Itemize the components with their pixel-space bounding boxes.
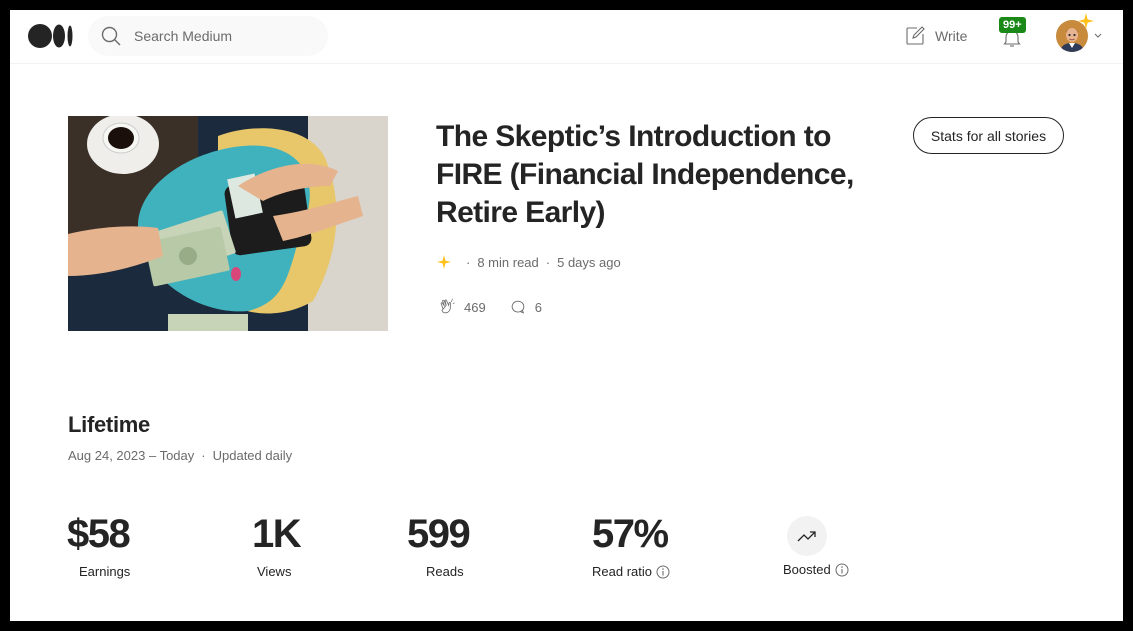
thumbnail-illustration (68, 116, 388, 331)
subtitle-separator: · (201, 448, 206, 463)
responses-count: 6 (534, 299, 542, 315)
lifetime-subtitle: Aug 24, 2023 – Today · Updated daily (68, 448, 292, 463)
claps-count: 469 (464, 299, 486, 315)
meta-separator: · (545, 254, 551, 270)
sparkle-star-icon (437, 255, 451, 269)
read-ratio-stat: 57% Read ratio (592, 510, 670, 579)
boosted-stat: Boosted (783, 508, 849, 577)
chevron-down-icon[interactable] (1093, 30, 1103, 40)
update-note: Updated daily (212, 448, 293, 463)
read-ratio-value: 57% (592, 512, 669, 556)
member-star-icon (1078, 13, 1094, 29)
stats-for-all-stories-button[interactable]: Stats for all stories (913, 117, 1064, 154)
views-label: Views (257, 564, 292, 579)
engagement-row: 469 6 (437, 297, 564, 317)
search-input[interactable] (134, 26, 314, 46)
reads-label: Reads (426, 564, 464, 579)
views-stat: 1K Views (252, 510, 302, 579)
read-time: 8 min read (477, 254, 539, 270)
read-ratio-label: Read ratio (592, 564, 652, 579)
info-icon[interactable] (656, 565, 670, 579)
app-window: Write 99+ (10, 10, 1123, 621)
claps-button[interactable]: 469 (437, 297, 486, 317)
write-label: Write (935, 28, 968, 44)
post-age: 5 days ago (557, 254, 621, 270)
info-icon[interactable] (835, 563, 849, 577)
search-icon (101, 26, 121, 46)
boosted-label-row: Boosted (783, 562, 849, 577)
article-meta: · 8 min read · 5 days ago (437, 254, 621, 270)
meta-separator: · (466, 254, 471, 270)
search-box[interactable] (88, 16, 328, 56)
views-value: 1K (252, 512, 302, 556)
date-range: Aug 24, 2023 – Today (68, 448, 195, 463)
notifications-badge: 99+ (999, 17, 1026, 33)
article-thumbnail[interactable] (68, 116, 388, 331)
read-ratio-label-row: Read ratio (592, 564, 670, 579)
speech-bubble-icon (511, 300, 524, 314)
write-icon (906, 26, 925, 45)
write-button[interactable]: Write (903, 24, 967, 48)
earnings-value: $58 (67, 512, 131, 556)
reads-stat: 599 Reads (407, 510, 471, 579)
earnings-label: Earnings (79, 564, 131, 579)
boosted-label: Boosted (783, 562, 831, 577)
earnings-stat: $58 Earnings (67, 510, 131, 579)
responses-button[interactable]: 6 (508, 297, 542, 317)
medium-logo-icon[interactable] (28, 23, 74, 49)
boost-badge (787, 516, 827, 556)
reads-value: 599 (407, 512, 471, 556)
lifetime-heading: Lifetime (68, 412, 150, 437)
clap-icon (440, 298, 455, 314)
top-navigation-bar: Write 99+ (10, 10, 1123, 64)
article-title[interactable]: The Skeptic’s Introduction to FIRE (Fina… (436, 118, 896, 232)
trending-up-icon (797, 531, 816, 542)
